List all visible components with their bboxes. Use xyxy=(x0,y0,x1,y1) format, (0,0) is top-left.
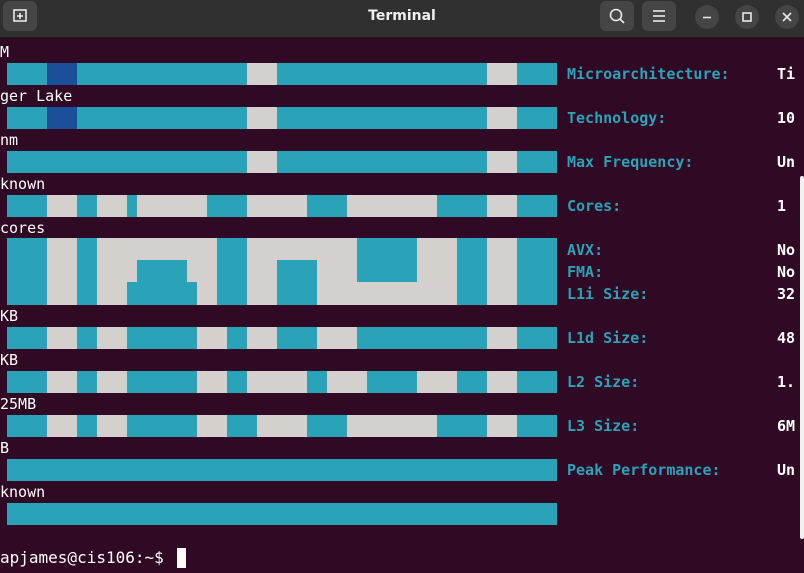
info-value-microarchitecture: Ti xyxy=(777,65,796,83)
maximize-button[interactable] xyxy=(735,5,759,29)
maximize-icon xyxy=(742,12,752,22)
ascii-art-bar xyxy=(7,151,557,173)
new-tab-icon xyxy=(13,9,27,22)
minimize-button[interactable] xyxy=(695,5,719,29)
ascii-art-bar xyxy=(7,195,557,217)
ascii-art-bar xyxy=(7,63,557,85)
close-button[interactable] xyxy=(775,5,799,29)
scrollbar[interactable] xyxy=(800,176,804,539)
output-line: KB xyxy=(0,351,19,369)
info-label-l1i-size: L1i Size: xyxy=(567,285,649,303)
output-line: M xyxy=(0,43,10,61)
output-line: ger Lake xyxy=(0,87,73,105)
info-value-cores: 1 xyxy=(777,197,787,215)
output-line: nm xyxy=(0,131,19,149)
ascii-art-bar xyxy=(7,503,557,525)
info-label-microarchitecture: Microarchitecture: xyxy=(567,65,730,83)
minimize-icon xyxy=(703,16,711,19)
info-value-avx: No xyxy=(777,241,796,259)
output-line: B xyxy=(0,439,10,457)
info-value-l1d-size: 48 xyxy=(777,329,796,347)
info-label-avx: AVX: xyxy=(567,241,604,259)
window-title: Terminal xyxy=(368,8,436,24)
search-button[interactable] xyxy=(600,1,634,31)
output-line: known xyxy=(0,175,46,193)
ascii-art-bar xyxy=(7,327,557,349)
info-label-technology: Technology: xyxy=(567,109,667,127)
output-line: KB xyxy=(0,307,19,325)
close-icon xyxy=(782,12,792,22)
hamburger-icon xyxy=(653,10,665,22)
shell-prompt: apjames@cis106:~$ xyxy=(0,548,174,567)
ascii-art-bar xyxy=(7,371,557,393)
info-value-technology: 10 xyxy=(777,109,796,127)
text-cursor xyxy=(177,548,186,568)
ascii-art-block xyxy=(7,238,557,305)
info-value-fma: No xyxy=(777,263,796,281)
output-line: known xyxy=(0,483,46,501)
info-label-fma: FMA: xyxy=(567,263,604,281)
info-value-l2-size: 1. xyxy=(777,373,796,391)
new-tab-button[interactable] xyxy=(3,1,37,31)
output-line: cores xyxy=(0,219,46,237)
info-label-l3-size: L3 Size: xyxy=(567,417,640,435)
info-value-l1i-size: 32 xyxy=(777,285,796,303)
ascii-art-bar xyxy=(7,107,557,129)
info-value-max-frequency: Un xyxy=(777,153,796,171)
menu-button[interactable] xyxy=(642,1,676,31)
title-bar: Terminal xyxy=(0,0,804,38)
info-label-peak-performance: Peak Performance: xyxy=(567,461,721,479)
info-label-l2-size: L2 Size: xyxy=(567,373,640,391)
search-icon xyxy=(609,8,625,24)
info-label-max-frequency: Max Frequency: xyxy=(567,153,694,171)
ascii-art-bar xyxy=(7,459,557,481)
info-label-l1d-size: L1d Size: xyxy=(567,329,649,347)
info-value-peak-performance: Un xyxy=(777,461,796,479)
terminal-area[interactable]: M ger Lake nm known cores KB KB 25MB B k… xyxy=(0,38,804,573)
output-line: 25MB xyxy=(0,395,37,413)
ascii-art-bar xyxy=(7,415,557,437)
info-value-l3-size: 6M xyxy=(777,417,796,435)
info-label-cores: Cores: xyxy=(567,197,622,215)
